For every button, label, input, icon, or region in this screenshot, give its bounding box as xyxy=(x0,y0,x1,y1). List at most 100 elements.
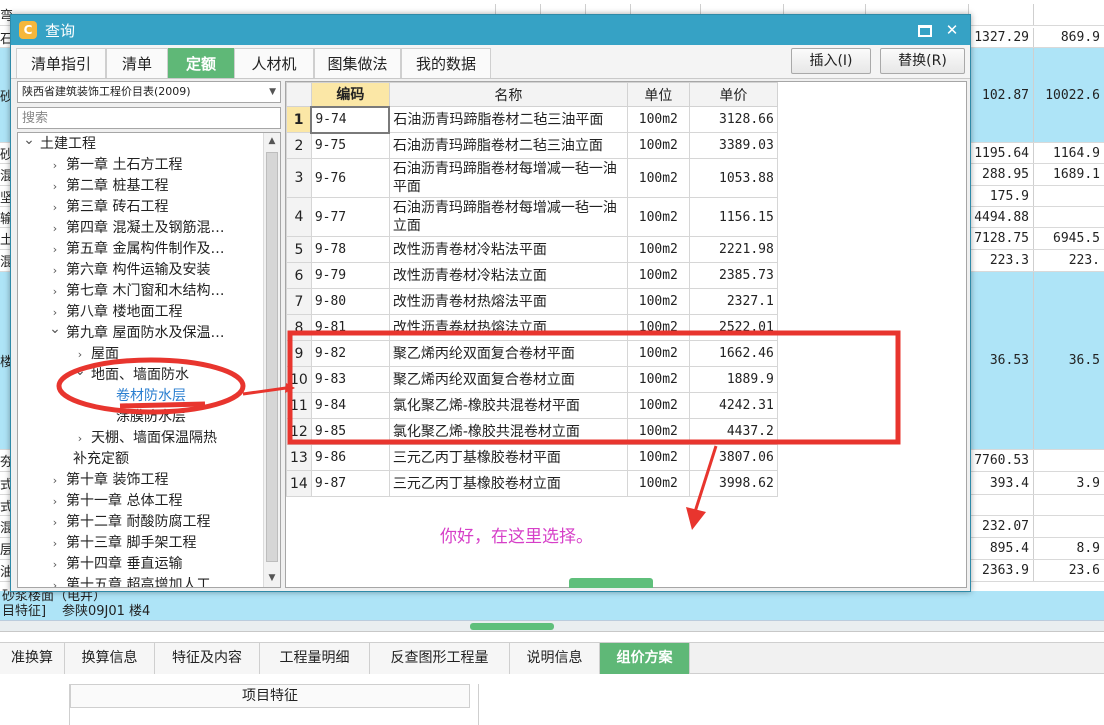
splitter-grip[interactable] xyxy=(470,623,554,630)
chevron-right-icon[interactable]: › xyxy=(48,155,62,176)
chevron-right-icon[interactable]: › xyxy=(73,428,87,449)
table-row[interactable]: 6 9-79 改性沥青卷材冷粘法立面 100m2 2385.73 xyxy=(286,262,778,289)
table-row[interactable]: 14 9-87 三元乙丙丁基橡胶卷材立面 100m2 3998.62 xyxy=(286,470,778,497)
tree-scrollbar[interactable]: ▲ ▼ xyxy=(263,133,280,587)
tree-node[interactable]: › 第十二章 耐酸防腐工程 xyxy=(48,512,211,533)
tree-node-label: 地面、墙面防水 xyxy=(91,367,189,383)
tree-node[interactable]: › 第八章 楼地面工程 xyxy=(48,302,183,323)
table-row[interactable]: 9 9-82 聚乙烯丙纶双面复合卷材平面 100m2 1662.46 xyxy=(286,340,778,367)
tree-node[interactable]: › 第十章 装饰工程 xyxy=(48,470,169,491)
replace-button[interactable]: 替换(R) xyxy=(880,48,965,74)
tree-node[interactable]: › 第十三章 脚手架工程 xyxy=(48,533,197,554)
chevron-right-icon[interactable]: › xyxy=(48,281,62,302)
maximize-icon[interactable] xyxy=(913,19,935,41)
table-row[interactable]: 10 9-83 聚乙烯丙纶双面复合卷材立面 100m2 1889.9 xyxy=(286,366,778,393)
tree-node[interactable]: › 第三章 砖石工程 xyxy=(48,197,169,218)
bottom-tab[interactable]: 反查图形工程量 xyxy=(370,643,510,674)
tab[interactable]: 清单指引 xyxy=(16,48,106,78)
bottom-tab[interactable]: 说明信息 xyxy=(510,643,600,674)
tree-node[interactable]: › 第十五章 超高增加人工… xyxy=(48,575,225,587)
table-row[interactable]: 12 9-85 氯化聚乙烯-橡胶共混卷材立面 100m2 4437.2 xyxy=(286,418,778,445)
tree-node[interactable]: › 第一章 土石方工程 xyxy=(48,155,183,176)
chevron-right-icon[interactable]: › xyxy=(48,554,62,575)
tree-node[interactable]: 补充定额 xyxy=(73,449,129,470)
tab[interactable]: 人材机 xyxy=(234,48,314,78)
row-name: 改性沥青卷材冷粘法立面 xyxy=(388,262,628,289)
chevron-right-icon[interactable]: › xyxy=(48,575,62,587)
background-value-cell: 1164.9 xyxy=(1033,143,1104,163)
tab[interactable]: 图集做法 xyxy=(314,48,401,78)
chevron-right-icon[interactable]: › xyxy=(48,533,62,554)
tree-node[interactable]: › 天棚、墙面保温隔热 xyxy=(73,428,217,449)
header-code[interactable]: 编码 xyxy=(310,82,390,107)
tree-node[interactable]: › 第二章 桩基工程 xyxy=(48,176,169,197)
tab[interactable]: 定额 xyxy=(168,48,234,78)
background-selected-row[interactable]: 砂浆楼面（电井） 目特征] 参陕09J01 楼4 xyxy=(0,589,1104,621)
tab[interactable]: 清单 xyxy=(106,48,168,78)
row-price: 3998.62 xyxy=(688,470,778,497)
scroll-down-icon[interactable]: ▼ xyxy=(264,570,280,587)
table-row[interactable]: 13 9-86 三元乙丙丁基橡胶卷材平面 100m2 3807.06 xyxy=(286,444,778,471)
insert-button[interactable]: 插入(I) xyxy=(791,48,871,74)
table-row[interactable]: 4 9-77 石油沥青玛蹄脂卷材每增减一毡一油立面 100m2 1156.15 xyxy=(286,197,778,237)
scrollbar-thumb[interactable] xyxy=(266,152,278,562)
bottom-tab[interactable]: 准换算 xyxy=(0,643,65,674)
grid-resize-grip[interactable] xyxy=(569,578,653,588)
chevron-right-icon[interactable]: › xyxy=(48,218,62,239)
table-row[interactable]: 11 9-84 氯化聚乙烯-橡胶共混卷材平面 100m2 4242.31 xyxy=(286,392,778,419)
row-name: 三元乙丙丁基橡胶卷材平面 xyxy=(388,444,628,471)
tree-node[interactable]: ⌄ 第九章 屋面防水及保温… xyxy=(48,321,224,344)
chevron-right-icon[interactable]: › xyxy=(48,239,62,260)
row-unit: 100m2 xyxy=(626,444,690,471)
chevron-right-icon[interactable]: › xyxy=(48,260,62,281)
header-unit[interactable]: 单位 xyxy=(626,82,690,107)
bottom-tab[interactable]: 特征及内容 xyxy=(155,643,260,674)
row-code: 9-77 xyxy=(310,197,390,237)
background-splitter[interactable] xyxy=(0,621,1104,632)
chevron-right-icon[interactable]: › xyxy=(48,176,62,197)
background-value-cell: 3.9 xyxy=(1033,472,1104,494)
search-input[interactable] xyxy=(17,107,281,129)
table-row[interactable]: 7 9-80 改性沥青卷材热熔法平面 100m2 2327.1 xyxy=(286,288,778,315)
header-price[interactable]: 单价 xyxy=(688,82,778,107)
background-value-cell: 869.9 xyxy=(1033,28,1104,47)
table-row[interactable]: 3 9-76 石油沥青玛蹄脂卷材每增减一毡一油平面 100m2 1053.88 xyxy=(286,158,778,198)
table-row[interactable]: 2 9-75 石油沥青玛蹄脂卷材二毡三油立面 100m2 3389.03 xyxy=(286,132,778,159)
chevron-right-icon[interactable]: › xyxy=(48,491,62,512)
library-select[interactable]: 陕西省建筑装饰工程价目表(2009) ▼ xyxy=(17,81,281,103)
dialog-titlebar[interactable]: C 查询 ✕ xyxy=(11,15,970,45)
tree-node[interactable]: › 第四章 混凝土及钢筋混… xyxy=(48,218,225,239)
background-value-cell xyxy=(968,4,1033,25)
bottom-tab[interactable]: 组价方案 xyxy=(600,643,690,674)
tree-node[interactable]: ⌄ 地面、墙面防水 xyxy=(73,363,189,386)
tree-node[interactable]: ⌄ 土建工程 xyxy=(22,133,96,155)
row-name: 石油沥青玛蹄脂卷材每增减一毡一油平面 xyxy=(388,158,628,198)
chevron-right-icon[interactable]: › xyxy=(48,470,62,491)
tree-node[interactable]: › 第五章 金属构件制作及… xyxy=(48,239,225,260)
table-row[interactable]: 5 9-78 改性沥青卷材冷粘法平面 100m2 2221.98 xyxy=(286,236,778,263)
row-code: 9-85 xyxy=(310,418,390,445)
tree-node[interactable]: › 第七章 木门窗和木结构… xyxy=(48,281,225,302)
chevron-down-icon[interactable]: ⌄ xyxy=(73,361,87,382)
chevron-down-icon[interactable]: ⌄ xyxy=(22,133,36,151)
tree-node[interactable]: › 第十四章 垂直运输 xyxy=(48,554,183,575)
table-row[interactable]: 1 9-74 石油沥青玛蹄脂卷材二毡三油平面 100m2 3128.66 xyxy=(286,105,778,134)
row-price: 2385.73 xyxy=(688,262,778,289)
close-icon[interactable]: ✕ xyxy=(941,19,963,41)
tree-node[interactable]: › 第十一章 总体工程 xyxy=(48,491,183,512)
tree-node-label: 第四章 混凝土及钢筋混… xyxy=(66,220,225,236)
header-name[interactable]: 名称 xyxy=(388,82,628,107)
scroll-up-icon[interactable]: ▲ xyxy=(264,133,280,150)
tree-node[interactable]: › 第六章 构件运输及安装 xyxy=(48,260,211,281)
tab[interactable]: 我的数据 xyxy=(401,48,491,78)
tree-node[interactable]: 卷材防水层 xyxy=(116,386,186,407)
row-name: 氯化聚乙烯-橡胶共混卷材立面 xyxy=(388,418,628,445)
tree-node[interactable]: 涂膜防水层 xyxy=(116,407,186,428)
chevron-down-icon[interactable]: ⌄ xyxy=(48,319,62,340)
chevron-right-icon[interactable]: › xyxy=(48,512,62,533)
row-code: 9-82 xyxy=(310,340,390,367)
chevron-right-icon[interactable]: › xyxy=(48,197,62,218)
table-row[interactable]: 8 9-81 改性沥青卷材热熔法立面 100m2 2522.01 xyxy=(286,314,778,341)
bottom-tab[interactable]: 工程量明细 xyxy=(260,643,370,674)
bottom-tab[interactable]: 换算信息 xyxy=(65,643,155,674)
